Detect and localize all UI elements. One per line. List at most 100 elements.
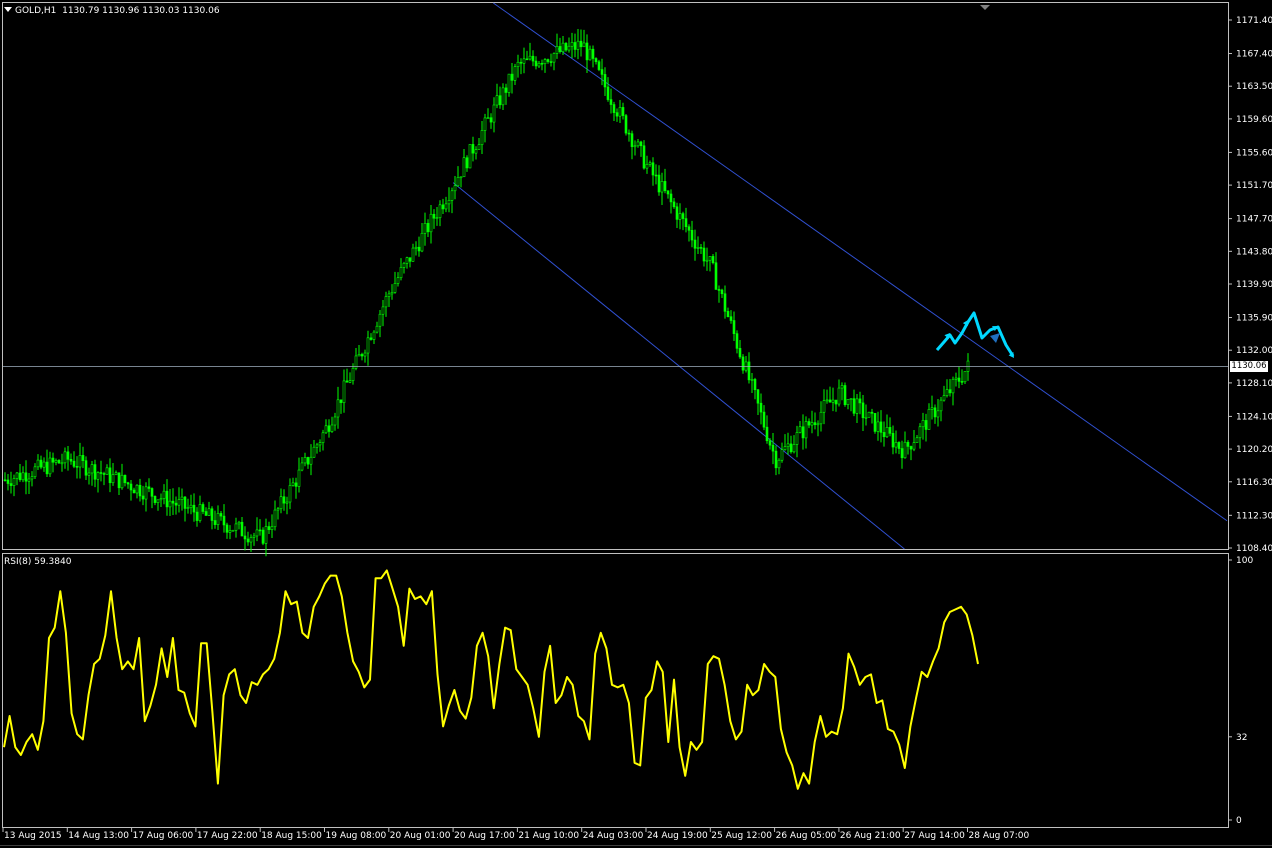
- candle-body: [507, 73, 511, 93]
- candle-body: [333, 416, 337, 426]
- candle-body: [666, 190, 670, 195]
- candle-body: [342, 380, 346, 403]
- candle-body: [888, 427, 892, 434]
- candle-body: [951, 378, 955, 394]
- dropdown-triangle-icon[interactable]: [4, 7, 12, 12]
- candle-body: [687, 226, 691, 231]
- candle-body: [711, 256, 715, 264]
- candle-body: [870, 411, 874, 414]
- candle-body: [471, 144, 475, 154]
- candle-body: [348, 380, 352, 383]
- candle-body: [942, 395, 946, 401]
- candle-body: [486, 117, 490, 119]
- candle-body: [564, 42, 568, 51]
- candle-body: [270, 526, 274, 530]
- candle-body: [327, 425, 331, 432]
- price-tick-label: 1167.40: [1236, 50, 1272, 60]
- candle-body: [705, 259, 709, 262]
- candle-body: [639, 141, 643, 147]
- candle-body: [759, 402, 763, 413]
- candle-body: [924, 420, 928, 430]
- candle-body: [159, 498, 163, 501]
- candle-body: [570, 42, 574, 47]
- candle-body: [828, 399, 832, 403]
- candle-body: [957, 377, 961, 382]
- candle-body: [249, 537, 253, 543]
- candle-body: [771, 444, 775, 452]
- candle-body: [222, 515, 226, 526]
- candle-body: [837, 387, 841, 405]
- candle-body: [456, 177, 460, 187]
- candle-body: [657, 174, 661, 193]
- candle-body: [918, 426, 922, 439]
- candle-body: [519, 61, 523, 64]
- candle-body: [351, 367, 355, 381]
- candle-body: [585, 42, 589, 61]
- candle-body: [819, 411, 823, 425]
- candle-body: [411, 247, 415, 262]
- price-tick-label: 1171.40: [1236, 16, 1272, 26]
- price-tick-label: 1143.80: [1236, 247, 1272, 257]
- time-label: 18 Aug 15:00: [261, 831, 322, 841]
- price-tick-label: 1139.90: [1236, 280, 1272, 290]
- candle-body: [147, 486, 151, 489]
- time-label: 19 Aug 08:00: [326, 831, 387, 841]
- candle-body: [255, 529, 259, 537]
- candle-body: [852, 398, 856, 414]
- candle-body: [180, 496, 184, 500]
- candle-body: [12, 478, 16, 486]
- candle-body: [678, 213, 682, 220]
- candle-body: [57, 460, 61, 464]
- candle-body: [495, 95, 499, 106]
- candle-body: [144, 486, 148, 500]
- candle-body: [42, 461, 46, 468]
- time-label: 26 Aug 05:00: [776, 831, 837, 841]
- candle-body: [543, 59, 547, 64]
- candle-body: [780, 449, 784, 461]
- candle-body: [45, 461, 49, 475]
- candle-body: [378, 313, 382, 327]
- candle-body: [822, 400, 826, 413]
- candle-body: [789, 443, 793, 453]
- candle-body: [882, 432, 886, 438]
- candle-body: [324, 425, 328, 434]
- time-label: 24 Aug 19:00: [647, 831, 708, 841]
- candle-body: [627, 132, 631, 135]
- candle-body: [207, 508, 211, 516]
- time-label: 20 Aug 01:00: [390, 831, 451, 841]
- candle-body: [162, 490, 166, 499]
- candle-body: [516, 61, 520, 67]
- candle-body: [741, 356, 745, 371]
- candle-body: [444, 203, 448, 210]
- candle-body: [390, 292, 394, 295]
- candle-body: [612, 104, 616, 113]
- rsi-level-label: 100: [1236, 556, 1253, 566]
- candle-body: [816, 423, 820, 426]
- candle-body: [435, 217, 439, 219]
- candle-body: [573, 42, 577, 50]
- candle-body: [3, 479, 7, 482]
- candle-body: [240, 521, 244, 537]
- time-label: 21 Aug 10:00: [518, 831, 579, 841]
- candle-body: [87, 472, 91, 476]
- candle-body: [762, 411, 766, 428]
- price-tick-label: 1147.70: [1236, 215, 1272, 225]
- candle-body: [906, 441, 910, 447]
- candle-body: [534, 60, 538, 67]
- candle-body: [831, 399, 835, 403]
- candle-body: [258, 529, 262, 532]
- candle-body: [798, 426, 802, 433]
- candle-body: [399, 267, 403, 279]
- candle-body: [786, 443, 790, 448]
- candle-body: [651, 162, 655, 176]
- candle-body: [195, 511, 199, 521]
- candle-body: [894, 442, 898, 448]
- candle-body: [414, 246, 418, 249]
- candle-body: [774, 450, 778, 469]
- candle-body: [714, 262, 718, 290]
- candle-body: [609, 99, 613, 105]
- candle-body: [363, 352, 367, 357]
- candle-body: [690, 229, 694, 241]
- time-label: 17 Aug 22:00: [197, 831, 258, 841]
- candle-body: [375, 325, 379, 333]
